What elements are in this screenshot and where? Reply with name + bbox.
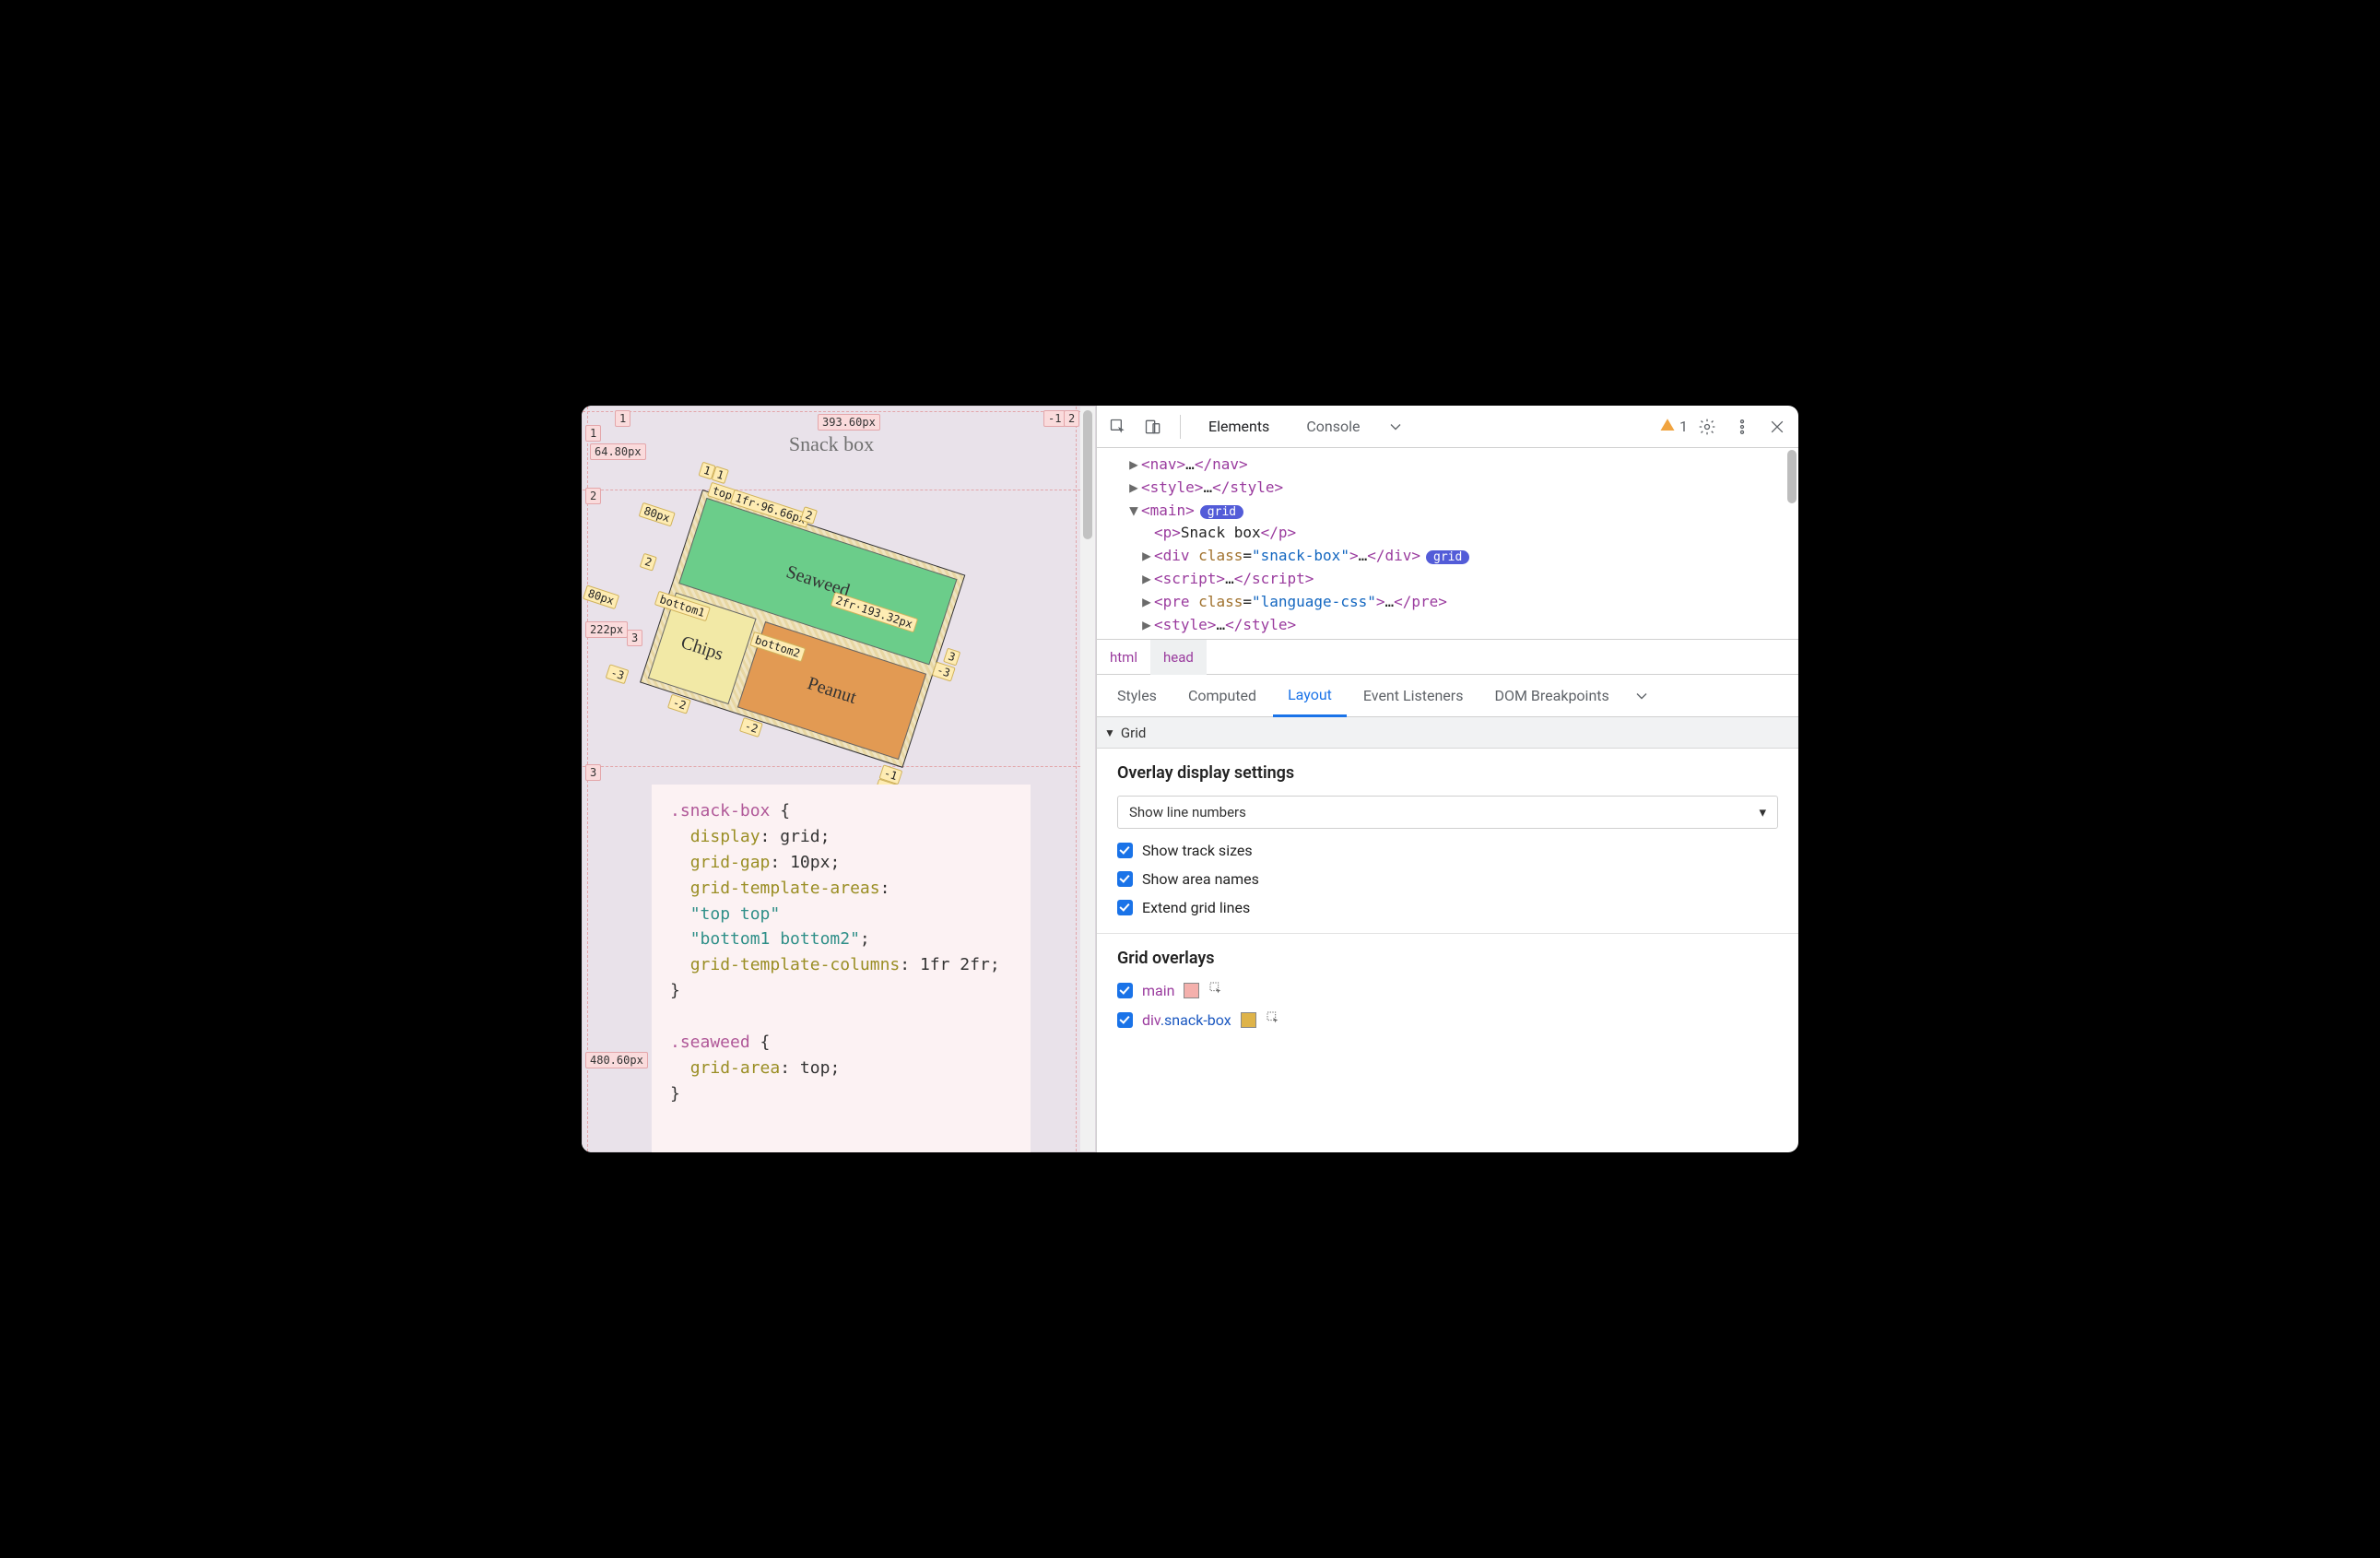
grid-label-rowh1: 64.80px bbox=[590, 443, 646, 460]
grid-label-row-3c: 3 bbox=[627, 630, 642, 646]
grid-label-width: 393.60px bbox=[818, 414, 880, 431]
overlay-item-class: .snack-box bbox=[1161, 1011, 1231, 1029]
reveal-in-elements-icon[interactable] bbox=[1266, 1010, 1280, 1029]
grid-line-row-3 bbox=[583, 766, 1080, 767]
grid-label-col-2-b: 2 bbox=[1064, 410, 1079, 427]
sidebar-tabs: Styles Computed Layout Event Listeners D… bbox=[1097, 675, 1798, 717]
gl-80a: 80px bbox=[639, 502, 676, 527]
subtab-dom-breakpoints[interactable]: DOM Breakpoints bbox=[1479, 675, 1623, 717]
tab-elements[interactable]: Elements bbox=[1192, 406, 1286, 448]
grid-line-col-end bbox=[1076, 407, 1077, 1151]
line-numbers-select[interactable]: Show line numbers ▾ bbox=[1117, 796, 1778, 829]
subtab-computed[interactable]: Computed bbox=[1173, 675, 1271, 717]
breadcrumb: html head bbox=[1097, 640, 1798, 675]
toolbar-divider bbox=[1180, 415, 1181, 439]
subtab-event-listeners[interactable]: Event Listeners bbox=[1349, 675, 1479, 717]
close-icon[interactable] bbox=[1761, 411, 1793, 443]
devtools-toolbar: Elements Console 1 bbox=[1097, 406, 1798, 448]
dom-scroll-thumb[interactable] bbox=[1787, 450, 1797, 503]
grid-overlays-heading: Grid overlays bbox=[1117, 949, 1778, 968]
subtab-layout[interactable]: Layout bbox=[1273, 675, 1347, 717]
tab-console[interactable]: Console bbox=[1290, 406, 1376, 448]
gl-r2: 2 bbox=[640, 553, 657, 572]
grid-badge-2[interactable]: grid bbox=[1426, 550, 1469, 564]
opt-label: Show area names bbox=[1142, 870, 1259, 888]
grid-label-1a: 1 bbox=[585, 425, 601, 442]
more-tabs-icon[interactable] bbox=[1380, 411, 1411, 443]
grid-badge[interactable]: grid bbox=[1200, 505, 1243, 519]
overlay-item-main[interactable]: main bbox=[1117, 981, 1778, 999]
gl-rn3: -3 bbox=[606, 664, 630, 684]
grid-label-col-neg1: -1 bbox=[1043, 410, 1066, 427]
divider bbox=[1097, 933, 1798, 934]
gear-icon[interactable] bbox=[1691, 411, 1723, 443]
overlay-item-name: main bbox=[1142, 982, 1174, 999]
subtab-styles[interactable]: Styles bbox=[1102, 675, 1172, 717]
grid-line-row-1 bbox=[583, 411, 1080, 412]
gl-bn2: -2 bbox=[667, 694, 691, 714]
opt-label: Show track sizes bbox=[1142, 842, 1253, 859]
grid-label-rowh2: 222px bbox=[585, 621, 628, 638]
select-value: Show line numbers bbox=[1129, 804, 1246, 820]
reveal-in-elements-icon[interactable] bbox=[1208, 981, 1223, 999]
checkbox-checked-icon[interactable] bbox=[1117, 1012, 1133, 1028]
grid-label-row-3: 3 bbox=[585, 764, 601, 781]
overlay-item-tag: div bbox=[1142, 1011, 1161, 1029]
issues-count: 1 bbox=[1679, 418, 1688, 435]
viewport-scrollbar[interactable] bbox=[1080, 407, 1095, 1151]
grid-label-row-1: 1 bbox=[615, 410, 630, 427]
page-heading: Snack box bbox=[583, 434, 1080, 454]
checkbox-checked-icon[interactable] bbox=[1117, 900, 1133, 915]
opt-extend-grid-lines[interactable]: Extend grid lines bbox=[1117, 899, 1778, 916]
chevron-down-icon: ▾ bbox=[1759, 804, 1766, 820]
devtools-panel: Elements Console 1 ▶ bbox=[1096, 406, 1798, 1152]
snack-box-grid: Seaweed Chips Peanut 1 1 top 1fr·96.66px… bbox=[640, 490, 965, 768]
snack-box-overlay: Seaweed Chips Peanut 1 1 top 1fr·96.66px… bbox=[640, 490, 965, 768]
devtools-window: Snack box 1 -1 2 1 64.80px 2 222px 3 3 3… bbox=[582, 406, 1798, 1152]
dom-tree[interactable]: ▶<nav>…</nav> ▶<style>…</style> ▼<main>g… bbox=[1097, 448, 1798, 640]
color-swatch[interactable] bbox=[1184, 983, 1199, 998]
more-subtabs-icon[interactable] bbox=[1626, 680, 1657, 712]
device-toggle-icon[interactable] bbox=[1137, 411, 1169, 443]
css-code-block: .snack-box { display: grid; grid-gap: 10… bbox=[652, 785, 1031, 1152]
opt-label: Extend grid lines bbox=[1142, 899, 1250, 916]
disclosure-triangle-icon: ▼ bbox=[1104, 726, 1115, 739]
checkbox-checked-icon[interactable] bbox=[1117, 843, 1133, 858]
inspect-icon[interactable] bbox=[1102, 411, 1134, 443]
overlay-settings-heading: Overlay display settings bbox=[1117, 763, 1778, 783]
issues-counter[interactable]: 1 bbox=[1659, 417, 1688, 437]
color-swatch[interactable] bbox=[1241, 1012, 1256, 1028]
gl-c3: 3 bbox=[943, 648, 960, 667]
overlay-item-snack-box[interactable]: div.snack-box bbox=[1117, 1010, 1778, 1029]
checkbox-checked-icon[interactable] bbox=[1117, 983, 1133, 998]
crumb-html[interactable]: html bbox=[1097, 640, 1150, 675]
grid-label-rowh3: 480.60px bbox=[585, 1052, 648, 1068]
grid-label-row-2: 2 bbox=[585, 488, 601, 504]
kebab-icon[interactable] bbox=[1726, 411, 1758, 443]
opt-show-area-names[interactable]: Show area names bbox=[1117, 870, 1778, 888]
checkbox-checked-icon[interactable] bbox=[1117, 871, 1133, 887]
gl-bn2b: -2 bbox=[739, 717, 763, 738]
rendered-page-viewport[interactable]: Snack box 1 -1 2 1 64.80px 2 222px 3 3 3… bbox=[582, 406, 1096, 1152]
crumb-head[interactable]: head bbox=[1150, 640, 1207, 675]
opt-show-track-sizes[interactable]: Show track sizes bbox=[1117, 842, 1778, 859]
warning-icon bbox=[1659, 417, 1676, 437]
layout-pane-body: Overlay display settings Show line numbe… bbox=[1097, 749, 1798, 1047]
viewport-scroll-thumb[interactable] bbox=[1083, 410, 1092, 539]
section-grid-header[interactable]: ▼ Grid bbox=[1097, 717, 1798, 749]
gl-c1b: 1 bbox=[712, 466, 729, 484]
section-grid-title: Grid bbox=[1121, 725, 1146, 741]
